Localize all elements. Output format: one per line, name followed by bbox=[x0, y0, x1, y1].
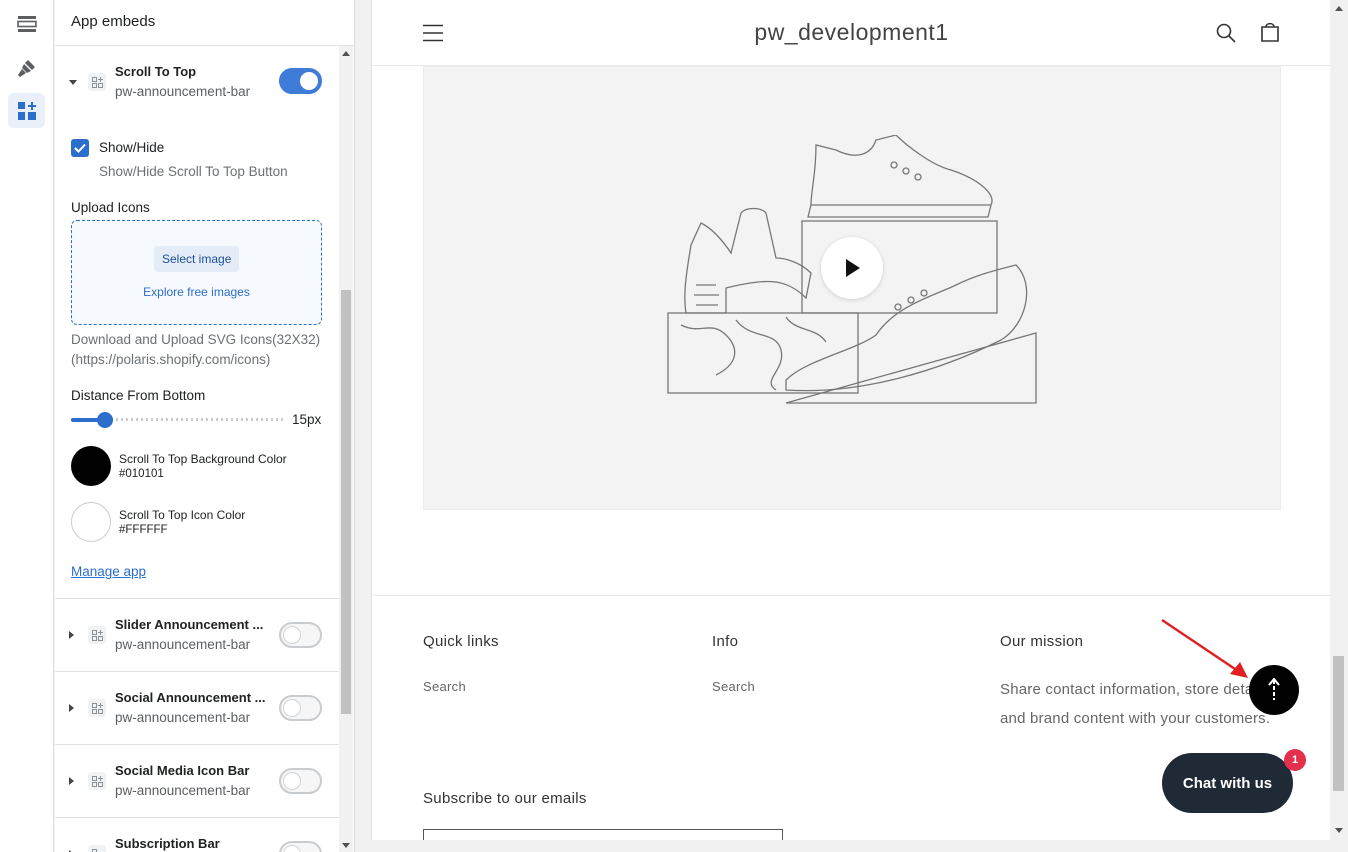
mission-text: Share contact information, store details… bbox=[1000, 681, 1273, 727]
embed-subtitle: pw-announcement-bar bbox=[115, 637, 251, 652]
chevron-down-icon[interactable] bbox=[69, 80, 77, 85]
upload-icons-label: Upload Icons bbox=[71, 200, 150, 215]
chevron-right-icon[interactable] bbox=[69, 777, 74, 785]
mission-heading: Our mission bbox=[1000, 633, 1084, 650]
video-placeholder[interactable] bbox=[423, 66, 1281, 510]
embed-row-slider-announcement[interactable]: Slider Announcement ... pw-announcement-… bbox=[55, 599, 339, 671]
embed-subtitle: pw-announcement-bar bbox=[115, 710, 251, 725]
embed-toggle[interactable] bbox=[279, 68, 322, 94]
explore-free-images-link[interactable]: Explore free images bbox=[72, 285, 321, 299]
embed-toggle[interactable] bbox=[279, 841, 322, 852]
upload-dropzone[interactable]: Select image Explore free images bbox=[71, 220, 322, 325]
show-hide-label: Show/Hide bbox=[99, 140, 165, 155]
embed-title: Social Media Icon Bar bbox=[115, 763, 250, 778]
chat-button[interactable]: Chat with us bbox=[1162, 753, 1293, 813]
embed-toggle[interactable] bbox=[279, 695, 322, 721]
theme-brush-icon[interactable] bbox=[8, 50, 45, 85]
app-block-icon bbox=[88, 845, 106, 852]
bg-color-label: Scroll To Top Background Color bbox=[119, 452, 287, 466]
email-input[interactable] bbox=[423, 829, 783, 840]
distance-label: Distance From Bottom bbox=[71, 388, 206, 403]
icon-color-swatch[interactable] bbox=[71, 502, 111, 542]
manage-app-link[interactable]: Manage app bbox=[71, 564, 146, 579]
embed-title: Slider Announcement ... bbox=[115, 617, 264, 632]
chevron-right-icon[interactable] bbox=[69, 704, 74, 712]
sections-icon[interactable] bbox=[8, 6, 45, 41]
store-name[interactable]: pw_development1 bbox=[372, 19, 1330, 46]
upload-help-text: Download and Upload SVG Icons(32X32) bbox=[71, 332, 321, 347]
preview-scroll-down-arrow-icon[interactable] bbox=[1335, 828, 1343, 833]
subscribe-heading: Subscribe to our emails bbox=[423, 790, 587, 807]
panel-scrollbar-thumb[interactable] bbox=[341, 290, 351, 714]
icon-color-label: Scroll To Top Icon Color bbox=[119, 508, 246, 522]
upload-help-url: (https://polaris.shopify.com/icons) bbox=[71, 352, 271, 367]
storefront-preview: pw_development1 Quick links Search Info … bbox=[371, 0, 1330, 840]
app-block-icon bbox=[88, 772, 106, 790]
embed-title: Social Announcement ... bbox=[115, 690, 266, 705]
quick-links-heading: Quick links bbox=[423, 633, 499, 650]
quick-links-search[interactable]: Search bbox=[423, 679, 466, 694]
app-embeds-icon[interactable] bbox=[8, 93, 45, 128]
bg-color-swatch[interactable] bbox=[71, 446, 111, 486]
embed-title: Subscription Bar bbox=[115, 836, 220, 851]
embed-row-social-media-icon-bar[interactable]: Social Media Icon Bar pw-announcement-ba… bbox=[55, 745, 339, 817]
embed-row-social-announcement[interactable]: Social Announcement ... pw-announcement-… bbox=[55, 672, 339, 744]
chevron-right-icon[interactable] bbox=[69, 631, 74, 639]
embed-row-subscription-bar[interactable]: Subscription Bar bbox=[55, 818, 339, 852]
embed-subtitle: pw-announcement-bar bbox=[115, 84, 251, 99]
app-block-icon bbox=[88, 699, 106, 717]
left-rail bbox=[0, 0, 54, 852]
show-hide-help: Show/Hide Scroll To Top Button bbox=[99, 164, 288, 179]
bg-color-value: #010101 bbox=[119, 468, 164, 480]
select-image-button[interactable]: Select image bbox=[154, 246, 240, 272]
preview-scrollbar-thumb[interactable] bbox=[1333, 656, 1344, 791]
embed-subtitle: pw-announcement-bar bbox=[115, 783, 251, 798]
embed-row-scroll-to-top[interactable]: Scroll To Top pw-announcement-bar bbox=[55, 46, 339, 126]
distance-value: 15px bbox=[292, 412, 322, 427]
embed-title: Scroll To Top bbox=[115, 64, 197, 79]
app-block-icon bbox=[88, 73, 106, 91]
play-button[interactable] bbox=[821, 237, 883, 299]
info-search[interactable]: Search bbox=[712, 679, 755, 694]
preview-scroll-up-arrow-icon[interactable] bbox=[1335, 6, 1343, 11]
store-footer: Quick links Search Info Search Our missi… bbox=[372, 595, 1330, 840]
scroll-down-arrow-icon[interactable] bbox=[342, 843, 350, 848]
panel-title: App embeds bbox=[55, 0, 354, 46]
embed-toggle[interactable] bbox=[279, 768, 322, 794]
chat-badge: 1 bbox=[1284, 749, 1306, 771]
app-block-icon bbox=[88, 626, 106, 644]
app-embeds-panel: App embeds Scroll To Top pw-announcement… bbox=[55, 0, 355, 852]
embed-toggle[interactable] bbox=[279, 622, 322, 648]
info-heading: Info bbox=[712, 633, 739, 650]
annotation-arrow-icon bbox=[1161, 619, 1248, 678]
distance-slider-handle[interactable] bbox=[97, 412, 113, 428]
search-icon[interactable] bbox=[1216, 23, 1236, 48]
store-header: pw_development1 bbox=[372, 0, 1330, 66]
show-hide-checkbox[interactable] bbox=[71, 139, 89, 157]
scroll-to-top-button[interactable] bbox=[1249, 665, 1299, 715]
icon-color-value: #FFFFFF bbox=[119, 524, 168, 536]
scroll-up-arrow-icon[interactable] bbox=[342, 51, 350, 56]
cart-icon[interactable] bbox=[1260, 22, 1280, 48]
